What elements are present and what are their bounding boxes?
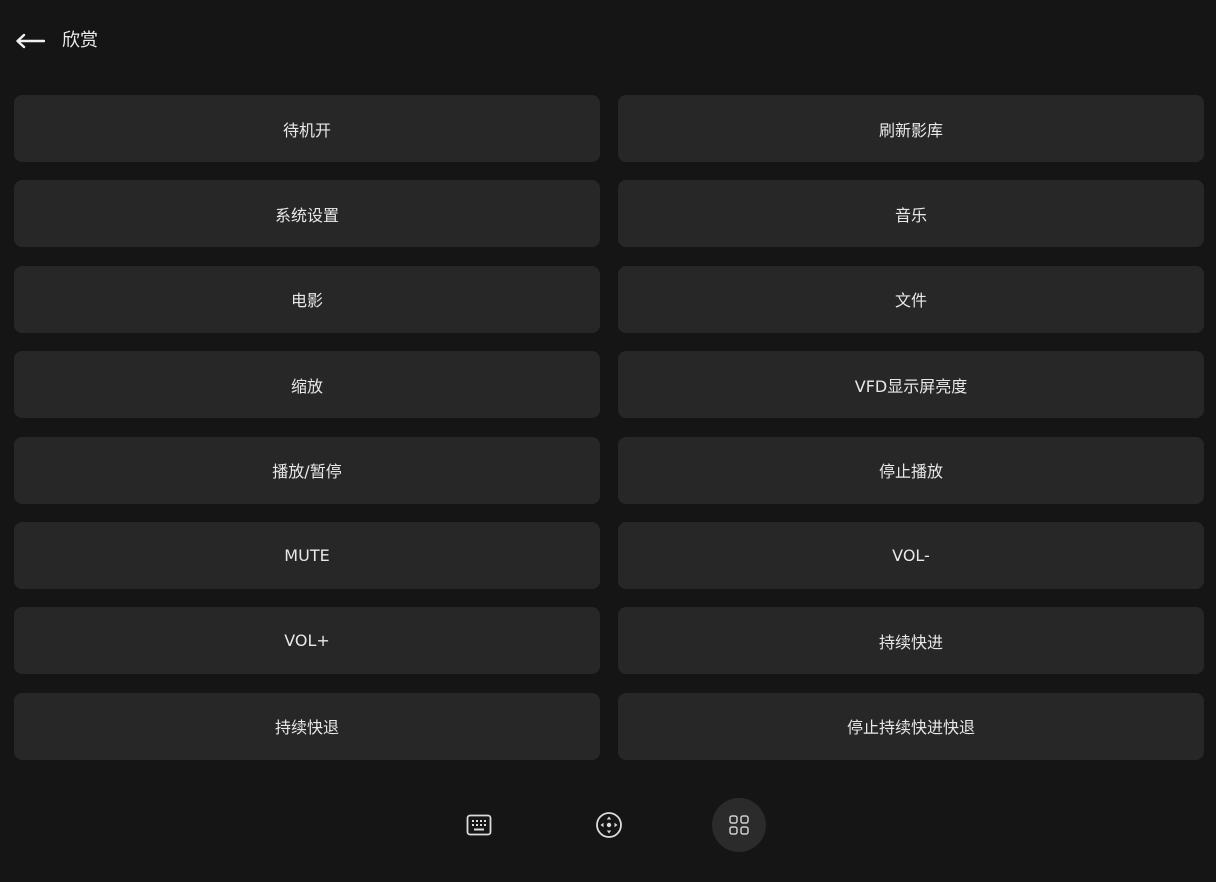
vfd-brightness-button[interactable]: VFD显示屏亮度 (618, 351, 1204, 419)
play-pause-button[interactable]: 播放/暂停 (14, 436, 600, 504)
tab-apps[interactable] (712, 798, 766, 852)
stop-playback-button[interactable]: 停止播放 (618, 436, 1204, 504)
dpad-icon (596, 812, 622, 838)
keyboard-icon (466, 814, 492, 836)
grid-apps-icon (729, 815, 749, 835)
stop-continuous-seek-button[interactable]: 停止持续快进快退 (618, 692, 1204, 760)
bottom-tab-bar (0, 798, 1216, 852)
arrow-left-icon (16, 33, 45, 49)
header: 欣赏 (0, 0, 1216, 82)
continuous-fast-forward-button[interactable]: 持续快进 (618, 607, 1204, 675)
standby-on-button[interactable]: 待机开 (14, 95, 600, 162)
command-grid: 待机开 刷新影库 系统设置 音乐 电影 文件 缩放 VFD显示屏亮度 播放/暂停… (14, 95, 1204, 760)
refresh-library-button[interactable]: 刷新影库 (618, 95, 1204, 162)
zoom-button[interactable]: 缩放 (14, 351, 600, 419)
system-settings-button[interactable]: 系统设置 (14, 180, 600, 248)
volume-up-button[interactable]: VOL+ (14, 607, 600, 675)
volume-down-button[interactable]: VOL- (618, 521, 1204, 589)
tab-keyboard[interactable] (452, 798, 506, 852)
movies-button[interactable]: 电影 (14, 265, 600, 333)
tab-dpad[interactable] (582, 798, 636, 852)
music-button[interactable]: 音乐 (618, 180, 1204, 248)
mute-button[interactable]: MUTE (14, 521, 600, 589)
page-title: 欣赏 (62, 30, 98, 51)
files-button[interactable]: 文件 (618, 265, 1204, 333)
continuous-rewind-button[interactable]: 持续快退 (14, 692, 600, 760)
back-button[interactable] (12, 26, 48, 56)
